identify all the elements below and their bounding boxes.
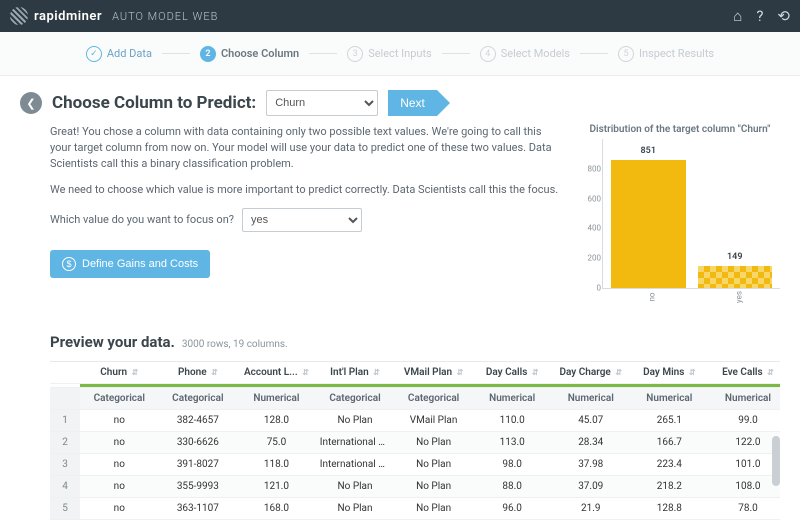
sort-icon[interactable]: ⇵ [689, 368, 696, 377]
brand-subtitle: AUTO MODEL WEB [112, 10, 218, 23]
dollar-icon: $ [62, 257, 76, 271]
target-column-select[interactable]: Churn [266, 90, 378, 116]
step-inspect-results: 5Inspect Results [618, 46, 714, 62]
column-header[interactable]: Day Mins ⇵ [630, 362, 709, 384]
column-header[interactable]: VMail Plan ⇵ [394, 362, 473, 384]
back-button[interactable]: ❮ [20, 92, 42, 114]
table-row: 2no330-662675.0International PlanNo Plan… [50, 432, 780, 454]
preview-meta: 3000 rows, 19 columns. [182, 339, 288, 350]
table-row: 1no382-4657128.0No PlanVMail Plan110.045… [50, 410, 780, 432]
column-type: Numerical [630, 388, 709, 410]
column-header[interactable]: Day Calls ⇵ [473, 362, 552, 384]
description-2: We need to choose which value is more im… [50, 182, 560, 198]
sort-icon[interactable]: ⇵ [532, 368, 539, 377]
column-type: Categorical [394, 388, 473, 410]
column-type: Categorical [80, 388, 159, 410]
table-row: 4no355-9993121.0No PlanNo Plan88.037.092… [50, 476, 780, 498]
topbar: rapidminer AUTO MODEL WEB ⌂ ? ⟲ [0, 0, 800, 32]
logo: rapidminer AUTO MODEL WEB [10, 7, 218, 25]
sort-icon[interactable]: ⇵ [767, 368, 774, 377]
column-type: Numerical [237, 388, 316, 410]
column-type: Numerical [709, 388, 780, 410]
sort-icon[interactable]: ⇵ [132, 368, 139, 377]
column-header[interactable]: Churn ⇵ [80, 362, 159, 384]
define-gains-costs-button[interactable]: $ Define Gains and Costs [50, 250, 210, 278]
table-scrollbar[interactable] [772, 436, 780, 486]
table-row: 3no391-8027118.0International PlanNo Pla… [50, 454, 780, 476]
focus-value-select[interactable]: yes [242, 208, 362, 232]
column-type: Numerical [473, 388, 552, 410]
column-type: Numerical [551, 388, 630, 410]
step-choose-column[interactable]: 2Choose Column [200, 46, 299, 62]
sort-icon[interactable]: ⇵ [302, 368, 309, 377]
column-header[interactable]: Phone ⇵ [159, 362, 238, 384]
sort-icon[interactable]: ⇵ [457, 368, 464, 377]
data-preview-table: Churn ⇵Phone ⇵Account L... ⇵Int'l Plan ⇵… [50, 361, 780, 520]
wizard-steps: ✓Add Data 2Choose Column 3Select Inputs … [0, 32, 800, 76]
step-select-inputs: 3Select Inputs [347, 46, 432, 62]
step-add-data[interactable]: ✓Add Data [86, 46, 152, 62]
sort-icon[interactable]: ⇵ [615, 368, 622, 377]
sort-icon[interactable]: ⇵ [211, 368, 218, 377]
sort-icon[interactable]: ⇵ [373, 368, 380, 377]
page-title: Choose Column to Predict: [52, 93, 256, 113]
description-1: Great! You chose a column with data cont… [50, 124, 560, 172]
focus-prompt: Which value do you want to focus on? [50, 212, 234, 228]
target-distribution-chart: Distribution of the target column "Churn… [580, 124, 780, 309]
help-icon[interactable]: ? [756, 7, 763, 25]
home-icon[interactable]: ⌂ [733, 7, 742, 25]
column-header[interactable]: Day Charge ⇵ [551, 362, 630, 384]
chart-title: Distribution of the target column "Churn… [580, 124, 780, 135]
column-header[interactable]: Eve Calls ⇵ [709, 362, 780, 384]
column-type: Categorical [159, 388, 238, 410]
column-header[interactable]: Account L... ⇵ [237, 362, 316, 384]
column-header[interactable]: Int'l Plan ⇵ [316, 362, 395, 384]
table-row: 5no363-1107168.0No PlanNo Plan96.021.912… [50, 498, 780, 520]
brand-name: rapidminer [34, 9, 102, 24]
refresh-icon[interactable]: ⟲ [777, 7, 790, 25]
preview-title: Preview your data. [50, 333, 175, 351]
step-select-models: 4Select Models [480, 46, 570, 62]
next-button[interactable]: Next [388, 90, 437, 116]
column-type: Categorical [316, 388, 395, 410]
logo-icon [10, 7, 28, 25]
